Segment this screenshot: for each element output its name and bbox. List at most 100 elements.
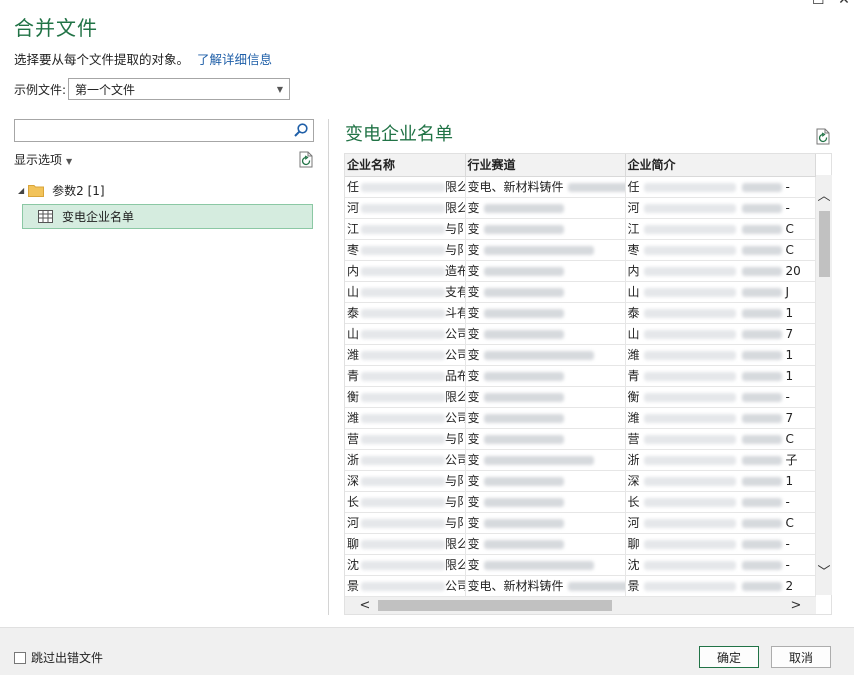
example-file-row: 示例文件: 第一个文件 ▼: [14, 78, 291, 100]
column-header[interactable]: 行业赛道: [465, 154, 626, 177]
description-cell: 深1: [625, 470, 816, 492]
cell-lead: 河: [627, 516, 640, 530]
company-name-cell: 聊 限么: [345, 533, 466, 555]
cell-lead: 青: [347, 369, 360, 383]
cell-lead: 变: [467, 495, 480, 509]
company-name-cell: 枣 与阝: [345, 239, 466, 261]
company-name-cell: 潍 公司: [345, 407, 466, 429]
column-header[interactable]: 企业名称: [345, 154, 466, 177]
tree-item-selected[interactable]: 变电企业名单: [22, 204, 313, 229]
company-name-cell: 衡 限么: [345, 386, 466, 408]
redacted-text: [643, 498, 736, 507]
cell-tail: 支有: [445, 285, 464, 299]
cell-tail: 1: [785, 306, 794, 320]
redacted-text: [483, 456, 594, 465]
scroll-left-icon[interactable]: <: [357, 597, 373, 614]
company-name-cell: 景 公司: [345, 575, 466, 597]
ok-button[interactable]: 确定: [699, 646, 759, 668]
example-file-select[interactable]: 第一个文件 ▼: [68, 78, 291, 100]
cell-tail: 与阝: [445, 474, 464, 488]
cell-tail: 限么: [445, 201, 464, 215]
skip-errors-label: 跳过出错文件: [31, 651, 104, 665]
table-row: 江与阝变江C: [345, 218, 816, 240]
description-cell: 山7: [625, 323, 816, 345]
cell-lead: 长: [627, 495, 640, 509]
cell-lead: 变: [467, 306, 480, 320]
search-icon[interactable]: [293, 122, 309, 138]
preview-refresh-icon[interactable]: [815, 128, 831, 145]
description-cell: 河-: [625, 197, 816, 219]
cell-tail: 1: [785, 369, 794, 383]
redacted-text: [483, 288, 564, 297]
cell-lead: 变: [467, 453, 480, 467]
scroll-thumb[interactable]: [819, 211, 830, 277]
description-cell: 内 20: [625, 260, 816, 282]
skip-errors-option[interactable]: 跳过出错文件: [14, 649, 103, 666]
maximize-icon[interactable]: ☐: [812, 0, 825, 7]
industry-cell: 变: [465, 428, 626, 450]
redacted-text: [643, 477, 736, 486]
redacted-text: [483, 498, 564, 507]
company-name-cell: 山 公司: [345, 323, 466, 345]
refresh-icon[interactable]: [298, 151, 314, 168]
tree-folder-node[interactable]: ◢ 参数2 [1]: [14, 180, 314, 200]
cell-tail: C: [785, 432, 794, 446]
redacted-text: [361, 183, 446, 192]
table-row: 泰斗有变泰1: [345, 302, 816, 324]
skip-errors-checkbox[interactable]: [14, 651, 26, 664]
cell-lead: 青: [627, 369, 640, 383]
cell-lead: 潍: [347, 348, 360, 362]
vertical-scrollbar[interactable]: ︿ ﹀: [816, 175, 832, 595]
cell-tail: C: [785, 222, 794, 236]
scroll-down-icon[interactable]: ﹀: [816, 565, 832, 581]
table-row: 内 造布变 内 20: [345, 260, 816, 282]
scroll-up-icon[interactable]: ︿: [816, 189, 832, 205]
description-cell: 江C: [625, 218, 816, 240]
learn-more-link[interactable]: 了解详细信息: [197, 52, 272, 67]
close-icon[interactable]: ✕: [838, 0, 850, 7]
redacted-text: [361, 519, 446, 528]
cell-tail: C: [785, 516, 794, 530]
cell-lead: 内: [347, 264, 360, 278]
cell-lead: 变: [467, 390, 480, 404]
horizontal-scrollbar[interactable]: < >: [345, 597, 816, 614]
description-cell: 长-: [625, 491, 816, 513]
column-header[interactable]: 企业简介: [625, 154, 816, 177]
expand-triangle-icon[interactable]: ◢: [18, 186, 24, 195]
cell-tail: 20: [785, 264, 801, 278]
industry-cell: 变: [465, 260, 626, 282]
options-row: 显示选项 ▼: [14, 150, 314, 168]
redacted-text: [741, 309, 782, 318]
display-options-label: 显示选项: [14, 152, 63, 167]
scroll-right-icon[interactable]: >: [788, 597, 804, 614]
table-row: 长与阝变长-: [345, 491, 816, 513]
cell-lead: 变: [467, 558, 480, 572]
cell-tail: 1: [785, 348, 794, 362]
redacted-text: [361, 351, 446, 360]
cell-lead: 内: [627, 264, 640, 278]
navigator-pane: 显示选项 ▼ ◢ 参数2 [1] 变电企业名单: [14, 119, 314, 229]
description-cell: 营C: [625, 428, 816, 450]
description-cell: 衡-: [625, 386, 816, 408]
industry-cell: 变: [465, 554, 626, 576]
preview-grid: 企业名称 行业赛道 企业简介 任限么变电、新材料铸件任-河限么变河-江与阝变江C…: [344, 153, 832, 615]
industry-cell: 变: [465, 344, 626, 366]
search-input[interactable]: [14, 119, 314, 142]
table-row: 衡限么变 衡-: [345, 386, 816, 408]
cell-tail: 与阝: [445, 222, 464, 236]
redacted-text: [741, 267, 782, 276]
scroll-thumb[interactable]: [378, 600, 612, 611]
company-name-cell: 泰 斗有: [345, 302, 466, 324]
industry-cell: 变: [465, 323, 626, 345]
cell-lead: 变电、新材料铸件: [467, 579, 564, 593]
display-options-dropdown[interactable]: 显示选项 ▼: [14, 151, 72, 168]
cancel-button[interactable]: 取消: [771, 646, 831, 668]
industry-cell: 变: [465, 239, 626, 261]
redacted-text: [483, 519, 564, 528]
table-row: 景公司变电、新材料铸件景2: [345, 575, 816, 597]
cell-lead: 聊: [347, 537, 360, 551]
cell-lead: 长: [347, 495, 360, 509]
cell-lead: 任: [347, 180, 360, 194]
cell-tail: 与阝: [445, 243, 464, 257]
redacted-text: [483, 477, 564, 486]
